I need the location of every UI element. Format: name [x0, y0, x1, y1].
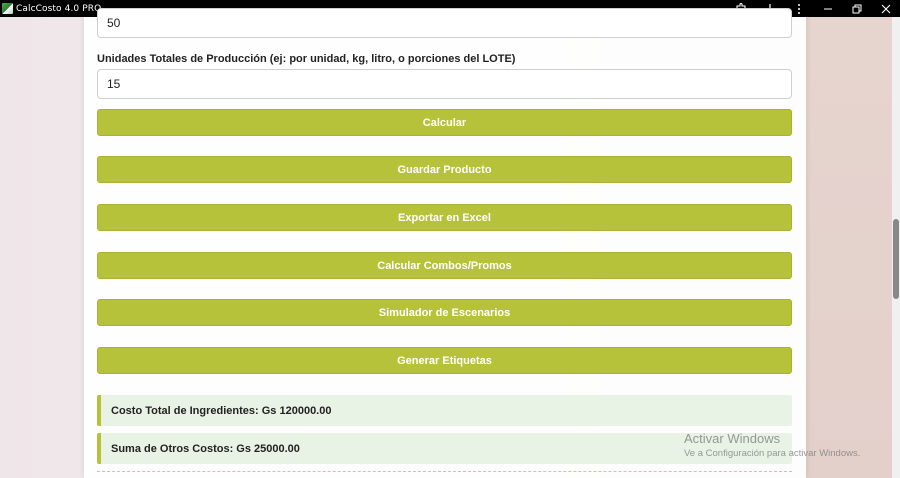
watermark-subtitle: Ve a Configuración para activar Windows. [684, 448, 861, 459]
exportar-excel-button[interactable]: Exportar en Excel [97, 204, 792, 231]
generar-etiquetas-button[interactable]: Generar Etiquetas [97, 347, 792, 374]
units-value-text: 15 [107, 77, 121, 91]
calcular-button[interactable]: Calcular [97, 109, 792, 136]
scrollbar-thumb[interactable] [893, 219, 899, 299]
background-panel [805, 17, 893, 478]
vertical-scrollbar[interactable] [892, 17, 900, 478]
close-icon[interactable] [871, 0, 900, 17]
app-icon [2, 3, 13, 14]
watermark-title: Activar Windows [684, 431, 781, 446]
calcular-combos-button[interactable]: Calcular Combos/Promos [97, 252, 792, 279]
result-ingredientes: Costo Total de Ingredientes: Gs 120000.0… [97, 395, 792, 426]
section-divider [97, 471, 792, 472]
guardar-producto-button[interactable]: Guardar Producto [97, 156, 792, 183]
activation-watermark: Activar Windows Ve a Configuración para … [684, 431, 860, 459]
restore-icon[interactable] [842, 0, 871, 17]
window-title: CalcCosto 4.0 PRO [16, 3, 102, 14]
units-field[interactable]: 15 [97, 69, 792, 99]
minimize-icon[interactable] [813, 0, 842, 17]
previous-value-field[interactable]: 50 [97, 8, 792, 38]
previous-value-text: 50 [107, 16, 121, 30]
simulador-escenarios-button[interactable]: Simulador de Escenarios [97, 299, 792, 326]
units-label: Unidades Totales de Producción (ej: por … [97, 53, 516, 65]
